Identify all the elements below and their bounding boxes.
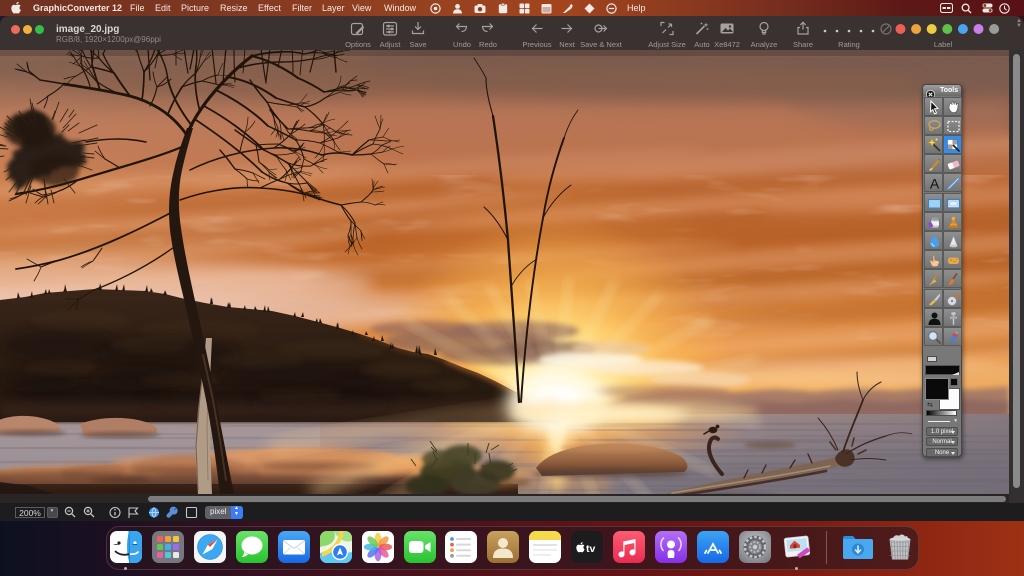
- svg-text:tv: tv: [586, 543, 595, 555]
- svg-text:A: A: [930, 176, 940, 192]
